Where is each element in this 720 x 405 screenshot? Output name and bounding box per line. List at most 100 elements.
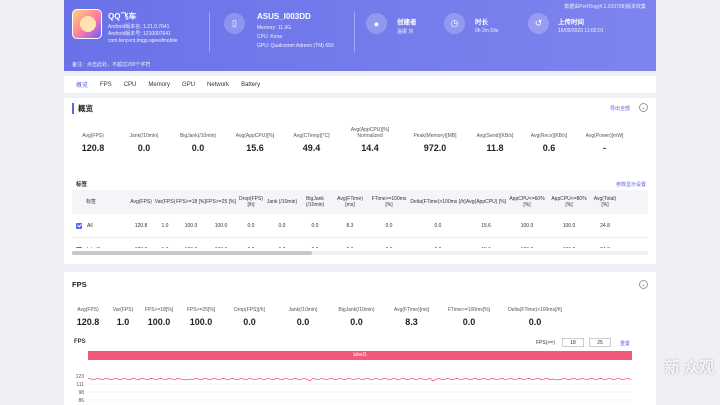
column-header[interactable]: 标签 xyxy=(72,199,128,205)
stat-value: 972.0 xyxy=(423,143,447,153)
column-header[interactable]: AppCPU<=80% [%] xyxy=(548,196,590,208)
table-cell: 8.3 xyxy=(346,222,354,229)
export-all-link[interactable]: 导出全部 xyxy=(610,105,630,112)
fps-stat: FTime>=100ms[%] 0.0 xyxy=(439,300,499,327)
stat-label: Avg(Send)[KB/s] xyxy=(476,133,514,139)
column-header[interactable]: FTime>=100ms [%] xyxy=(368,196,410,208)
table-cell: 15.6 xyxy=(466,247,506,249)
table-row[interactable]: All 120.8 1.0 100.0 100.0 0.0 0.0 0.0 8.3 0.0 0.0 1… xyxy=(72,214,648,238)
table-cell: 100.0 xyxy=(520,222,534,229)
table-cell: 8.3 xyxy=(332,247,368,249)
fps-threshold-input-1[interactable]: 18 xyxy=(562,338,584,347)
fps-stat: FPS>=18[%] 100.0 xyxy=(138,300,180,327)
overview-stat: Jank(/10min) 0.0 xyxy=(118,126,170,153)
fps-threshold-label: FPS(>=) xyxy=(536,340,555,346)
y-tick-label: 111 xyxy=(76,382,84,388)
column-header[interactable]: AppCPU<=60% [%] xyxy=(506,196,548,208)
duration-title: 时长 xyxy=(475,19,488,26)
column-header[interactable]: FPS>=18 [%] xyxy=(176,199,206,205)
overview-card: 概览 导出全部 ⌄ Avg(FPS) 120.8 Jank(/10min) 0.0 Bi… xyxy=(64,98,656,264)
stat-value: 0.0 xyxy=(528,317,542,327)
stat-label: Avg(AppCPU)[%] Normalized xyxy=(350,127,390,139)
overview-stat: Avg(FPS) 120.8 xyxy=(68,126,118,153)
display-settings-link[interactable]: 参数显示设置 xyxy=(616,181,646,188)
horizontal-scrollbar[interactable] xyxy=(72,251,648,255)
app-version-code: Android版本号: 1210007641 xyxy=(108,31,171,37)
scrollbar-thumb[interactable] xyxy=(72,251,312,255)
stat-label: FPS>=25[%] xyxy=(186,307,216,313)
overview-stat: Avg(AppCPU)[%] 15.6 xyxy=(226,126,284,153)
table-cell: 0.0 xyxy=(298,247,332,249)
table-cell: 15.6 xyxy=(481,222,491,229)
column-header[interactable]: Drop(FPS) [/h] xyxy=(236,196,266,208)
column-header[interactable]: Jank (/10min) xyxy=(266,199,298,205)
row-label-cell: label1 xyxy=(72,246,128,248)
column-header[interactable]: Avg(AppCPU) [%] xyxy=(466,199,506,205)
stat-label: Peak(Memory)[MB] xyxy=(413,133,457,139)
column-header[interactable]: FPS>=25 [%] xyxy=(206,199,236,205)
fps-stat: BigJank(/10min) 0.0 xyxy=(329,300,384,327)
column-header[interactable]: Delta(FTime)>100ms [/h] xyxy=(410,199,466,205)
collector-version: 数据由PerfDog(4.1.200708)版本收集 xyxy=(564,4,646,10)
stat-value: 0.6 xyxy=(542,143,556,153)
stat-value: 8.3 xyxy=(405,317,418,327)
tab-gpu[interactable]: GPU xyxy=(176,82,201,88)
fps-line-chart: 123 111 98 86 xyxy=(76,374,632,404)
checkbox[interactable] xyxy=(76,246,82,248)
history-icon: ↺ xyxy=(528,13,549,34)
fps-stat: FPS>=25[%] 100.0 xyxy=(180,300,222,327)
fps-stats: Avg(FPS) 120.8 Var(FPS) 1.0 FPS>=18[%] 100.0 F… xyxy=(68,300,571,327)
table-cell: 120.8 xyxy=(134,222,148,229)
label-section-title: 标签 xyxy=(76,182,88,188)
stat-label: BigJank(/10min) xyxy=(179,133,217,139)
tab-overview[interactable]: 概览 xyxy=(70,80,94,89)
checkbox[interactable] xyxy=(76,222,82,229)
fps-stat: Delta(FTime)>100ms[/h] 0.0 xyxy=(499,300,571,327)
stat-label: Avg(Recv)[KB/s] xyxy=(530,133,568,139)
duration-value: 0h 2m 59s xyxy=(475,28,499,34)
reset-button[interactable]: 重置 xyxy=(620,340,630,347)
column-header[interactable]: Var(FPS) xyxy=(154,199,176,205)
fps-threshold-input-2[interactable]: 25 xyxy=(589,338,611,347)
app-version-name: Android版本名: 1.21.0.7641 xyxy=(108,24,170,30)
stat-label: Jank(/10min) xyxy=(288,307,318,313)
table-cell: 0.0 xyxy=(266,247,298,249)
upload-title: 上传时间 xyxy=(558,19,584,26)
stat-value: - xyxy=(603,143,606,153)
column-header[interactable]: Avg(FTime) [ms] xyxy=(332,196,368,208)
tab-cpu[interactable]: CPU xyxy=(118,82,143,88)
app-icon xyxy=(72,9,102,39)
divider xyxy=(354,12,355,52)
table-row[interactable]: label1120.81.0100.0100.00.00.00.08.30.00… xyxy=(72,238,648,248)
column-header[interactable]: Avg(Total) [%] xyxy=(590,196,620,208)
collapse-icon[interactable]: ⌄ xyxy=(639,103,648,112)
stat-label: Var(FPS) xyxy=(112,307,134,313)
y-tick-label: 98 xyxy=(78,390,84,396)
collapse-icon[interactable]: ⌄ xyxy=(639,280,648,289)
table-cell: 100.0 xyxy=(548,247,590,249)
table-cell: 100.0 xyxy=(214,222,228,229)
fps-chart-label: FPS xyxy=(74,339,86,345)
stat-value: 100.0 xyxy=(147,317,171,327)
tab-memory[interactable]: Memory xyxy=(142,82,176,88)
device-gpu: GPU: Qualcomm Adreno (TM) 650 xyxy=(257,43,334,49)
note-field[interactable]: 备注：点击此处，不超过200个字符 xyxy=(72,61,150,68)
fps-stat: Var(FPS) 1.0 xyxy=(108,300,138,327)
stat-label: Avg(Power)[mW] xyxy=(585,133,624,139)
table-cell: 1.0 xyxy=(161,222,169,229)
table-cell: 0.0 xyxy=(236,247,266,249)
fps-stat: Avg(FTime)[ms] 8.3 xyxy=(384,300,439,327)
device-cpu: CPU: Kona xyxy=(257,34,283,40)
tab-fps[interactable]: FPS xyxy=(94,82,118,88)
device-memory: Memory: 11.3G xyxy=(257,25,292,31)
table-cell: 1.0 xyxy=(154,247,176,249)
tab-network[interactable]: Network xyxy=(201,82,235,88)
stat-value: 120.8 xyxy=(76,317,100,327)
stat-label: Avg(CTemp)[°C] xyxy=(293,133,330,139)
y-tick-label: 123 xyxy=(76,374,85,380)
column-header[interactable]: BigJank (/10min) xyxy=(298,196,332,208)
tab-battery[interactable]: Battery xyxy=(235,82,266,88)
column-header[interactable]: Avg(FPS) xyxy=(128,199,154,205)
stat-value: 120.8 xyxy=(81,143,105,153)
table-cell: 100.0 xyxy=(184,222,198,229)
